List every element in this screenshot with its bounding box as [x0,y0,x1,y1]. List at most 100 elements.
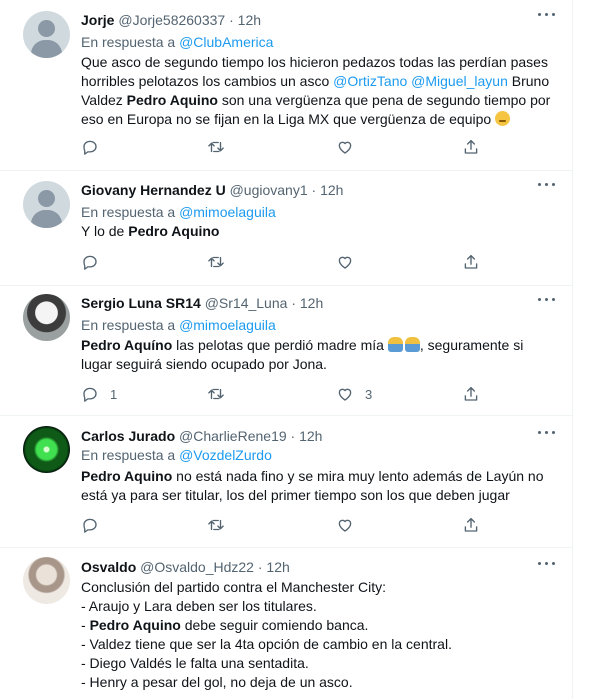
tweet-header: Jorje @Jorje58260337 · 12h [81,11,261,29]
handle[interactable]: @Osvaldo_Hdz22 [140,559,254,575]
text-line: - Valdez tiene que ser la 4ta opción de … [81,636,452,652]
reply-to-link[interactable]: @mimoelaguila [179,204,276,220]
separator-dot: · [291,295,296,311]
tweet-actions [81,252,559,272]
highlighted-text: Pedro Aquíno [81,337,173,353]
more-icon[interactable] [536,293,558,307]
mention-link[interactable]: @Miguel_layun [411,73,508,89]
text-line: eso en Europa no se fijan en la Liga MX … [81,111,492,127]
tweet-header: Osvaldo @Osvaldo_Hdz22 · 12h [81,558,290,576]
tweet[interactable]: Jorje @Jorje58260337 · 12h En respuesta … [0,0,573,171]
tweet-text: Pedro Aquino no está nada fino y se mira… [81,467,559,505]
share-icon [464,254,478,269]
display-name[interactable]: Sergio Luna SR14 [81,295,201,311]
timestamp[interactable]: 12h [238,12,261,28]
reply-icon [83,518,97,533]
reply-prefix: En respuesta a [81,204,176,220]
more-icon[interactable] [536,557,558,571]
text-line: Conclusión del partido contra el Manches… [81,579,387,595]
reply-icon [83,140,97,155]
avatar[interactable] [23,181,70,228]
reply-to-link[interactable]: @VozdelZurdo [179,447,272,463]
separator-dot: · [229,12,234,28]
display-name[interactable]: Osvaldo [81,559,136,575]
avatar[interactable] [23,294,70,341]
reply-icon [83,387,97,402]
timestamp[interactable]: 12h [266,559,289,575]
retweet-icon [208,141,224,153]
timestamp[interactable]: 12h [320,182,343,198]
like-icon [338,141,352,154]
more-icon[interactable] [536,426,558,440]
retweet-button[interactable] [207,515,225,535]
display-name[interactable]: Giovany Hernandez U [81,182,226,198]
like-icon [338,388,352,401]
text-line: - Araujo y Lara deben ser los titulares. [81,598,317,614]
more-icon[interactable] [536,8,558,22]
reply-prefix: En respuesta a [81,447,176,463]
tweet-header: Sergio Luna SR14 @Sr14_Luna · 12h [81,294,323,312]
tweet-text: Que asco de segundo tiempo los hicieron … [81,53,559,129]
highlighted-text: Pedro Aquino [126,92,218,108]
retweet-button[interactable] [207,384,225,404]
text-line: - Diego Valdés le falta una sentadita. [81,655,309,671]
timestamp[interactable]: 12h [300,295,323,311]
reply-count: 1 [110,386,118,402]
like-button[interactable] [336,137,365,157]
tweet-text: Y lo de Pedro Aquino [81,222,559,241]
tweet[interactable]: Giovany Hernandez U @ugiovany1 · 12h En … [0,170,573,286]
like-button[interactable] [336,252,365,272]
share-button[interactable] [462,137,480,157]
reply-prefix: En respuesta a [81,34,176,50]
text-fragment: Y lo de [81,223,125,239]
text-fragment: debe seguir comiendo banca. [184,617,369,633]
tweet[interactable]: Sergio Luna SR14 @Sr14_Luna · 12h En res… [0,285,573,416]
share-icon [464,139,478,154]
like-button[interactable] [336,515,365,535]
retweet-button[interactable] [207,252,225,272]
share-button[interactable] [462,384,480,404]
tweet[interactable]: Osvaldo @Osvaldo_Hdz22 · 12h Conclusión … [0,547,573,699]
handle[interactable]: @ugiovany1 [230,182,308,198]
retweet-button[interactable] [207,137,225,157]
handle[interactable]: @Jorje58260337 [118,12,225,28]
reply-icon [83,255,97,270]
display-name[interactable]: Jorje [81,12,114,28]
tweet[interactable]: Carlos Jurado @CharlieRene19 · 12h En re… [0,415,573,548]
display-name[interactable]: Carlos Jurado [81,428,175,444]
handle[interactable]: @CharlieRene19 [179,428,287,444]
separator-dot: · [311,182,317,198]
reply-button[interactable]: 1 [81,384,117,404]
reply-to-link[interactable]: @mimoelaguila [179,317,276,333]
share-icon [464,386,478,401]
text-fragment: , seguramente si [419,337,524,353]
separator-dot: · [290,428,296,444]
like-button[interactable]: 3 [336,384,372,404]
reply-button[interactable] [81,252,110,272]
avatar[interactable] [23,11,70,58]
like-icon [338,519,352,532]
like-icon [338,256,352,269]
text-line: horribles pelotazos los cambios un asco [81,73,330,89]
tweet-actions [81,515,559,535]
mention-link[interactable]: @OrtizTano [333,73,407,89]
reply-context: En respuesta a @mimoelaguila [81,203,276,221]
avatar[interactable] [23,557,70,604]
text-line: lugar seguirá siendo ocupado por Jona. [81,356,327,372]
reply-button[interactable] [81,137,110,157]
highlighted-text: Pedro Aquino [128,223,220,239]
reply-to-link[interactable]: @ClubAmerica [179,34,273,50]
text-line: Que asco de segundo tiempo los hicieron … [81,54,548,70]
avatar[interactable] [23,426,70,473]
share-button[interactable] [462,515,480,535]
sad-face-emoji [495,111,511,126]
more-icon[interactable] [536,178,558,192]
text-line: está ya para ser titular, los del primer… [81,487,510,503]
tweet-header: Giovany Hernandez U @ugiovany1 · 12h [81,181,343,199]
timestamp[interactable]: 12h [299,428,322,444]
like-count: 3 [365,386,373,402]
text-fragment: son una vergüenza que pena de segundo ti… [221,92,551,108]
reply-button[interactable] [81,515,110,535]
share-button[interactable] [462,252,480,272]
handle[interactable]: @Sr14_Luna [205,295,288,311]
